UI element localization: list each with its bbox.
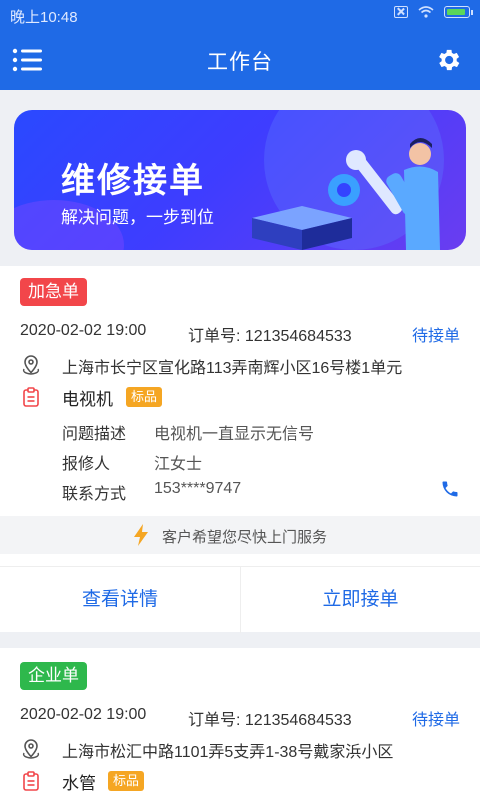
clipboard-icon	[23, 387, 39, 407]
order-datetime: 2020-02-02 19:00	[20, 322, 147, 339]
standard-badge: 标品	[126, 387, 163, 407]
settings-gear-icon[interactable]	[434, 46, 462, 74]
order-address-row: 上海市长宁区宣化路113弄南辉小区16号楼1单元	[20, 352, 460, 378]
accept-order-button[interactable]: 立即接单	[240, 567, 480, 633]
order-address: 上海市松汇中路1101弄5支弄1-38号戴家浜小区	[62, 744, 394, 761]
title-bar: 工作台	[0, 30, 480, 90]
order-device-row: 水管 标品	[20, 768, 460, 794]
status-icons	[394, 6, 473, 18]
banner-title: 维修接单	[61, 162, 205, 200]
status-bar: 晚上10:48	[0, 0, 480, 30]
battery-icon	[444, 6, 473, 18]
problem-desc-row: 问题描述 电视机一直显示无信号	[62, 420, 462, 444]
field-label: 报修人	[62, 456, 111, 473]
field-value: 153****9747	[154, 480, 242, 497]
lightning-icon	[134, 524, 148, 546]
notification-off-icon	[394, 6, 408, 18]
banner-subtitle: 解决问题，一步到位	[61, 208, 214, 227]
order-datetime: 2020-02-02 19:00	[20, 706, 147, 723]
contact-row: 联系方式 153****9747	[62, 480, 462, 504]
wifi-icon	[418, 6, 434, 18]
field-value: 电视机一直显示无信号	[154, 426, 315, 443]
order-meta-row: 2020-02-02 19:00 订单号: 121354684533 待接单	[20, 706, 460, 732]
order-number: 订单号: 121354684533	[188, 712, 352, 729]
order-address: 上海市长宁区宣化路113弄南辉小区16号楼1单元	[62, 360, 403, 377]
device-name: 水管	[62, 774, 96, 793]
field-label: 联系方式	[62, 486, 127, 503]
view-details-button[interactable]: 查看详情	[0, 567, 240, 633]
device-name: 电视机	[62, 390, 113, 409]
order-actions: 查看详情 立即接单	[0, 566, 480, 633]
repair-worker-illustration	[252, 138, 440, 250]
field-value: 江女士	[154, 456, 203, 473]
service-hint-bar: 客户希望您尽快上门服务	[0, 516, 480, 554]
order-address-row: 上海市松汇中路1101弄5支弄1-38号戴家浜小区	[20, 736, 460, 762]
order-status: 待接单	[411, 328, 460, 345]
location-pin-icon	[22, 355, 40, 375]
order-tag: 企业单	[20, 662, 87, 690]
order-device-row: 电视机 标品	[20, 384, 460, 410]
location-pin-icon	[22, 739, 40, 759]
clipboard-icon	[23, 771, 39, 791]
promo-banner[interactable]: 维修接单 解决问题，一步到位	[14, 110, 466, 250]
field-label: 问题描述	[62, 426, 127, 443]
status-time: 晚上10:48	[10, 9, 78, 26]
phone-call-icon[interactable]	[440, 479, 460, 499]
order-tag: 加急单	[20, 278, 87, 306]
order-meta-row: 2020-02-02 19:00 订单号: 121354684533 待接单	[20, 322, 460, 348]
app-header: 晚上10:48 工作台	[0, 0, 480, 90]
order-card-enterprise: 企业单 2020-02-02 19:00 订单号: 121354684533 待…	[0, 648, 480, 800]
order-status: 待接单	[411, 712, 460, 729]
standard-badge: 标品	[108, 771, 145, 791]
order-number: 订单号: 121354684533	[188, 328, 352, 345]
reporter-row: 报修人 江女士	[62, 450, 462, 474]
service-hint-text: 客户希望您尽快上门服务	[162, 529, 328, 546]
page-title: 工作台	[207, 51, 273, 74]
